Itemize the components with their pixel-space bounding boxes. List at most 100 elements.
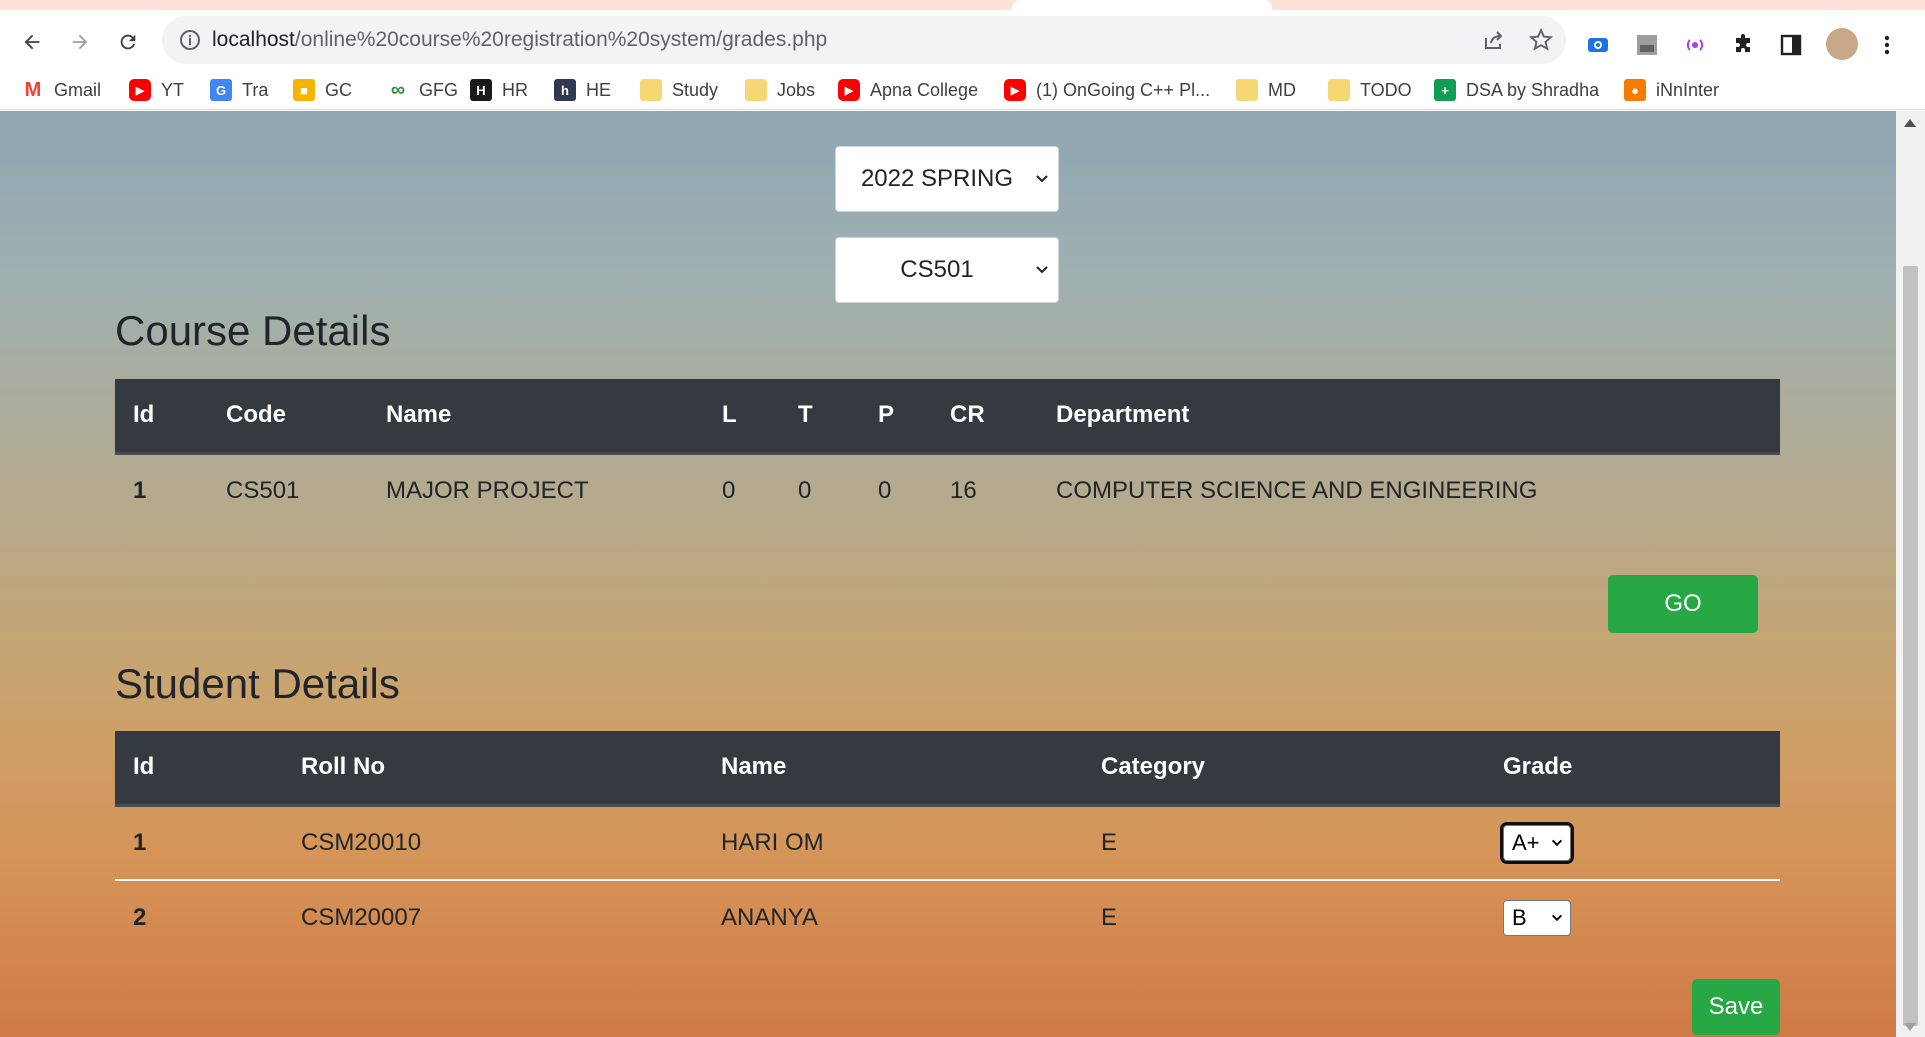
bookmark-item[interactable]: ■ GC — [293, 78, 352, 102]
folder-icon — [1236, 79, 1258, 101]
back-button[interactable] — [14, 24, 50, 60]
broadcast-extension-icon[interactable] — [1682, 32, 1708, 58]
chevron-down-icon — [1036, 266, 1048, 274]
table-row: 1 CS501 MAJOR PROJECT 0 0 0 16 COMPUTER … — [115, 453, 1780, 528]
folder-icon — [640, 79, 662, 101]
reload-icon — [120, 34, 136, 50]
bookmark-item[interactable]: M Gmail — [22, 78, 101, 102]
bookmark-label: GC — [325, 79, 352, 100]
student-col-name: Name — [703, 731, 1083, 807]
course-col-l: L — [704, 379, 780, 455]
student-header-row: Id Roll No Name Category Grade — [115, 731, 1780, 807]
bookmark-item[interactable]: MD — [1236, 78, 1296, 102]
student-category-cell: E — [1083, 879, 1485, 955]
bookmark-label: YT — [161, 79, 185, 100]
bookmark-item[interactable]: H HR — [470, 78, 528, 102]
course-col-id: Id — [115, 379, 208, 455]
innInter-icon: ● — [1624, 79, 1646, 101]
page-extension-icon[interactable] — [1634, 32, 1660, 58]
side-panel-icon[interactable] — [1778, 32, 1804, 58]
student-id-cell: 2 — [115, 879, 283, 955]
info-icon[interactable] — [178, 28, 202, 52]
arrow-right-icon — [72, 34, 88, 50]
table-row: 2 CSM20007 ANANYA E B — [115, 879, 1780, 955]
puzzle-icon[interactable] — [1730, 32, 1756, 58]
student-roll-cell: CSM20007 — [283, 879, 703, 955]
bookmark-label: HE — [586, 79, 612, 100]
table-row: 1 CSM20010 HARI OM E A+ — [115, 805, 1780, 880]
chevron-down-icon — [1036, 175, 1048, 183]
folder-icon — [1328, 79, 1350, 101]
bookmark-item[interactable]: ∞ GFG — [387, 78, 458, 102]
bookmark-label: GFG — [419, 79, 458, 100]
student-roll-cell: CSM20010 — [301, 828, 422, 856]
active-tab[interactable] — [1012, 0, 1272, 10]
bookmark-item[interactable]: G Tra — [210, 78, 268, 102]
course-name-cell: MAJOR PROJECT — [386, 477, 589, 505]
bookmark-label: (1) OnGoing C++ Pl... — [1036, 79, 1211, 100]
bookmark-label: HR — [502, 79, 528, 100]
gmail-icon: M — [24, 78, 42, 101]
student-col-id: Id — [115, 731, 283, 807]
scroll-up-icon[interactable] — [1904, 119, 1916, 127]
student-name-cell: ANANYA — [703, 879, 1083, 955]
student-category-cell: E — [1101, 828, 1118, 856]
bookmark-item[interactable]: ● iNnInter — [1624, 78, 1719, 102]
course-select-value: CS501 — [900, 256, 974, 283]
course-t-cell: 0 — [798, 477, 812, 505]
youtube-icon: ▶ — [838, 79, 860, 101]
bookmark-item[interactable]: Study — [640, 78, 718, 102]
course-department-cell: COMPUTER SCIENCE AND ENGINEERING — [1056, 477, 1538, 505]
scrollbar-thumb[interactable] — [1903, 266, 1918, 1026]
menu-kebab-icon[interactable] — [1874, 32, 1900, 58]
bookmark-label: TODO — [1360, 79, 1412, 100]
url-text[interactable]: localhost/online%20course%20registration… — [212, 28, 827, 52]
tab-strip — [0, 0, 1925, 10]
bookmark-item[interactable]: ▶ Apna College — [838, 78, 978, 102]
go-button[interactable]: GO — [1608, 575, 1758, 633]
student-details-table: Id Roll No Name Category Grade 1 CSM2001… — [115, 731, 1780, 955]
bookmark-item[interactable]: + DSA by Shradha — [1434, 78, 1599, 102]
address-bar[interactable]: localhost/online%20course%20registration… — [162, 16, 1566, 64]
bookmark-label: Tra — [242, 79, 269, 100]
course-col-t: T — [780, 379, 860, 455]
course-code-cell: CS501 — [226, 477, 300, 505]
reload-button[interactable] — [110, 24, 146, 60]
course-col-cr: CR — [932, 379, 1038, 455]
hackerrank-icon: H — [470, 79, 492, 101]
save-button[interactable]: Save — [1692, 979, 1780, 1035]
url-path: /online%20course%20registration%20system… — [294, 28, 828, 51]
vertical-scrollbar[interactable] — [1896, 111, 1925, 1037]
profile-avatar[interactable] — [1826, 28, 1858, 60]
student-id-cell: 1 — [133, 828, 147, 856]
scroll-down-icon[interactable] — [1904, 1023, 1916, 1031]
bookmark-item[interactable]: h HE — [554, 78, 611, 102]
hackerearth-icon: h — [554, 79, 576, 101]
bookmark-item[interactable]: TODO — [1328, 78, 1412, 102]
folder-icon — [745, 79, 767, 101]
browser-toolbar: localhost/online%20course%20registration… — [0, 10, 1925, 70]
student-grade-cell: A+ — [1485, 805, 1780, 880]
course-header-row: Id Code Name L T P CR Department — [115, 379, 1780, 455]
screencast-extension-icon[interactable] — [1585, 32, 1611, 58]
grade-select-value: A+ — [1512, 829, 1540, 855]
page-viewport: 2022 SPRING CS501 Course Details Id Code… — [0, 111, 1896, 1037]
grade-select[interactable]: A+ — [1500, 821, 1574, 864]
bookmark-item[interactable]: ▶ (1) OnGoing C++ Pl... — [1004, 78, 1210, 102]
youtube-icon: ▶ — [1004, 79, 1026, 101]
student-name-cell: HARI OM — [721, 828, 824, 856]
bookmark-label: Study — [672, 79, 719, 100]
grade-select-value: B — [1512, 905, 1527, 930]
arrow-left-icon — [24, 34, 40, 50]
semester-select[interactable]: 2022 SPRING — [835, 146, 1059, 212]
gfg-icon: ∞ — [390, 78, 406, 101]
star-icon[interactable] — [1528, 27, 1554, 53]
forward-button[interactable] — [62, 24, 98, 60]
bookmark-item[interactable]: Jobs — [745, 78, 815, 102]
bookmark-item[interactable]: ▶ YT — [129, 78, 184, 102]
youtube-icon: ▶ — [129, 79, 151, 101]
course-select[interactable]: CS501 — [835, 237, 1059, 303]
grade-select[interactable]: B — [1503, 900, 1571, 936]
student-details-title: Student Details — [115, 660, 400, 707]
share-icon[interactable] — [1482, 28, 1506, 52]
